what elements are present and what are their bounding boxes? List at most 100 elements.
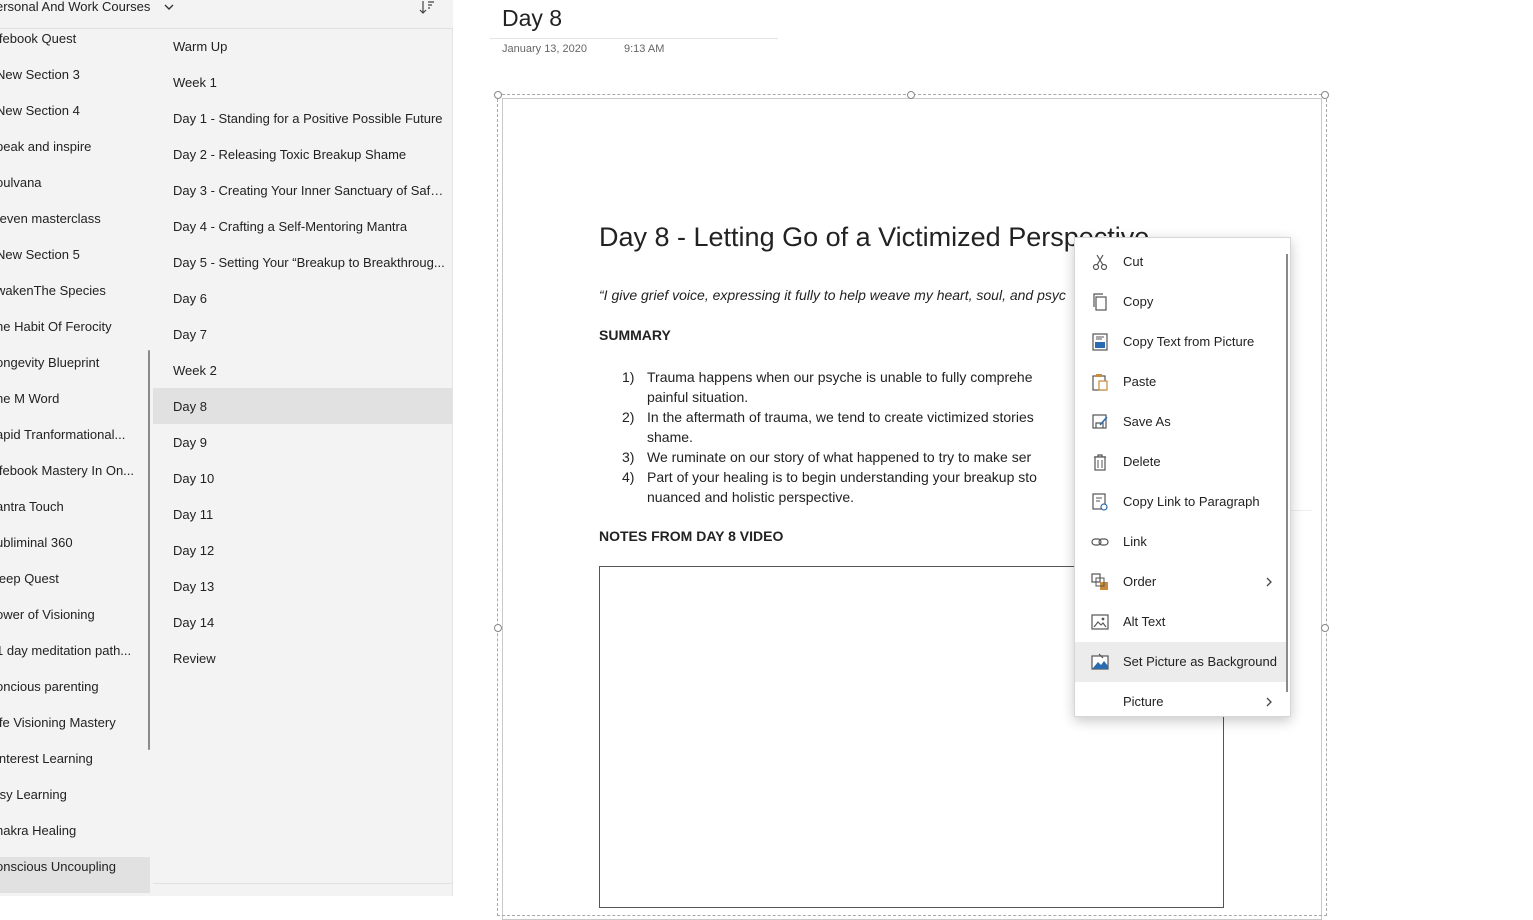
context-menu-item-picture[interactable]: Picture bbox=[1075, 682, 1286, 722]
section-item[interactable]: he M Word bbox=[0, 389, 150, 425]
sections-pane: ifebook Quest New Section 3 New Section 4 p… bbox=[0, 0, 154, 896]
context-menu-item-paste[interactable]: Paste bbox=[1075, 362, 1286, 402]
section-item-label: antra Touch bbox=[0, 499, 64, 514]
notebook-title[interactable]: ersonal And Work Courses bbox=[0, 0, 150, 14]
context-menu-label: Cut bbox=[1123, 254, 1144, 269]
page-item[interactable]: Day 1 - Standing for a Positive Possible… bbox=[153, 100, 452, 136]
section-item[interactable]: ongevity Blueprint bbox=[0, 353, 150, 389]
section-item[interactable]: interest Learning bbox=[0, 749, 150, 785]
document-quote: “I give grief voice, expressing it fully… bbox=[599, 287, 1066, 303]
chevron-right-icon bbox=[1266, 577, 1272, 587]
picture-text-icon bbox=[1092, 333, 1108, 351]
page-item[interactable]: Day 4 - Crafting a Self-Mentoring Mantra bbox=[153, 208, 452, 244]
list-text: In the aftermath of trauma, we tend to c… bbox=[647, 409, 1034, 425]
context-menu-item-alt-text[interactable]: Alt Text bbox=[1075, 602, 1286, 642]
page-item[interactable]: Day 2 - Releasing Toxic Breakup Shame bbox=[153, 136, 452, 172]
list-item: 2) In the aftermath of trauma, we tend to… bbox=[622, 407, 1092, 447]
page-item[interactable]: Day 12 bbox=[153, 532, 452, 568]
context-menu-item-copy[interactable]: Copy bbox=[1075, 282, 1286, 322]
section-item-label: oncious parenting bbox=[0, 679, 99, 694]
page-item[interactable]: Day 5 - Setting Your “Breakup to Breakth… bbox=[153, 244, 452, 280]
section-item[interactable]: antra Touch bbox=[0, 497, 150, 533]
section-item[interactable]: leep Quest bbox=[0, 569, 150, 605]
chevron-right-icon bbox=[1266, 697, 1272, 707]
section-item[interactable]: ubliminal 360 bbox=[0, 533, 150, 569]
context-menu-label: Delete bbox=[1123, 454, 1161, 469]
page-item[interactable]: Day 13 bbox=[153, 568, 452, 604]
section-item[interactable]: 1 day meditation path... bbox=[0, 641, 150, 677]
section-item-label: interest Learning bbox=[0, 751, 93, 766]
resize-handle-right[interactable] bbox=[1321, 624, 1329, 632]
page-item[interactable]: Week 2 bbox=[153, 352, 452, 388]
section-item[interactable]: teven masterclass bbox=[0, 209, 150, 245]
section-item[interactable]: New Section 5 bbox=[0, 245, 150, 281]
section-item[interactable]: hakra Healing bbox=[0, 821, 150, 857]
page-item-label: Day 10 bbox=[173, 471, 215, 486]
section-item[interactable]: wakenThe Species bbox=[0, 281, 150, 317]
section-item[interactable]: ower of Visioning bbox=[0, 605, 150, 641]
resize-handle-left[interactable] bbox=[494, 624, 502, 632]
section-item-label: onscious Uncoupling bbox=[0, 859, 116, 874]
document-heading: Day 8 - Letting Go of a Victimized Persp… bbox=[599, 222, 1150, 252]
section-item[interactable]: he Habit Of Ferocity bbox=[0, 317, 150, 353]
page-item[interactable]: Day 11 bbox=[153, 496, 452, 532]
context-menu-item-copy-link-to-paragraph[interactable]: Copy Link to Paragraph bbox=[1075, 482, 1286, 522]
chevron-down-icon[interactable] bbox=[163, 2, 175, 12]
page-item[interactable]: Day 9 bbox=[153, 424, 452, 460]
section-item[interactable]: apid Tranformational... bbox=[0, 425, 150, 461]
section-item[interactable]: peak and inspire bbox=[0, 137, 150, 173]
context-menu-label: Copy bbox=[1123, 294, 1154, 309]
copy-icon bbox=[1093, 293, 1107, 311]
list-text: Part of your healing is to begin underst… bbox=[647, 469, 1037, 485]
context-menu-label: Copy Link to Paragraph bbox=[1123, 494, 1260, 509]
section-item-label: leep Quest bbox=[0, 571, 59, 586]
section-item[interactable]: ifebook Quest bbox=[0, 29, 150, 65]
resize-handle-top-left[interactable] bbox=[494, 91, 502, 99]
section-item[interactable]: ife Visioning Mastery bbox=[0, 713, 150, 749]
page-item[interactable]: Day 14 bbox=[153, 604, 452, 640]
context-menu-scrollbar[interactable] bbox=[1286, 254, 1288, 692]
page-item[interactable]: Day 6 bbox=[153, 280, 452, 316]
resize-handle-top-right[interactable] bbox=[1321, 91, 1329, 99]
page-item[interactable]: Warm Up bbox=[153, 28, 452, 64]
section-item[interactable]: oncious parenting bbox=[0, 677, 150, 713]
context-menu-item-set-picture-as-background[interactable]: Set Picture as Background bbox=[1075, 642, 1286, 682]
section-item[interactable]: onscious Uncoupling bbox=[0, 857, 150, 893]
section-item[interactable]: New Section 3 bbox=[0, 65, 150, 101]
section-item-label: wakenThe Species bbox=[0, 283, 106, 298]
sections-scrollbar[interactable] bbox=[148, 350, 150, 750]
section-item-label: he M Word bbox=[0, 391, 60, 406]
notes-label: NOTES FROM DAY 8 VIDEO bbox=[599, 528, 784, 544]
section-item[interactable]: New Section 4 bbox=[0, 101, 150, 137]
context-menu-item-delete[interactable]: Delete bbox=[1075, 442, 1286, 482]
section-item[interactable]: tsy Learning bbox=[0, 785, 150, 821]
resize-handle-top[interactable] bbox=[907, 91, 915, 99]
scissors-icon bbox=[1092, 254, 1108, 271]
context-menu-item-copy-text-from-picture[interactable]: Copy Text from Picture bbox=[1075, 322, 1286, 362]
list-text-continued: shame. bbox=[647, 429, 693, 445]
section-item-label: New Section 5 bbox=[0, 247, 80, 262]
section-item[interactable]: ifebook Mastery In On... bbox=[0, 461, 150, 497]
page-item[interactable]: Day 3 - Creating Your Inner Sanctuary of… bbox=[153, 172, 452, 208]
context-menu-item-link[interactable]: Link bbox=[1075, 522, 1286, 562]
summary-label: SUMMARY bbox=[599, 327, 671, 343]
context-menu-item-order[interactable]: Order bbox=[1075, 562, 1286, 602]
page-item[interactable]: Day 8 bbox=[153, 388, 452, 424]
context-menu-label: Paste bbox=[1123, 374, 1157, 389]
context-menu-item-save-as[interactable]: Save As bbox=[1075, 402, 1286, 442]
save-as-icon bbox=[1092, 414, 1108, 429]
page-item-label: Day 4 - Crafting a Self-Mentoring Mantra bbox=[173, 219, 408, 234]
list-text: We ruminate on our story of what happene… bbox=[647, 449, 1032, 465]
section-item[interactable]: oulvana bbox=[0, 173, 150, 209]
page-title[interactable]: Day 8 bbox=[502, 5, 562, 32]
context-menu-item-cut[interactable]: Cut bbox=[1075, 242, 1286, 282]
page-item-label: Warm Up bbox=[173, 39, 228, 54]
context-menu-label: Alt Text bbox=[1123, 614, 1166, 629]
page-item[interactable]: Week 1 bbox=[153, 64, 452, 100]
sort-icon[interactable] bbox=[419, 0, 435, 14]
page-item[interactable]: Day 7 bbox=[153, 316, 452, 352]
context-menu-label: Picture bbox=[1123, 694, 1164, 709]
page-item[interactable]: Review bbox=[153, 640, 452, 676]
page-item[interactable]: Day 10 bbox=[153, 460, 452, 496]
section-item-label: New Section 4 bbox=[0, 103, 80, 118]
